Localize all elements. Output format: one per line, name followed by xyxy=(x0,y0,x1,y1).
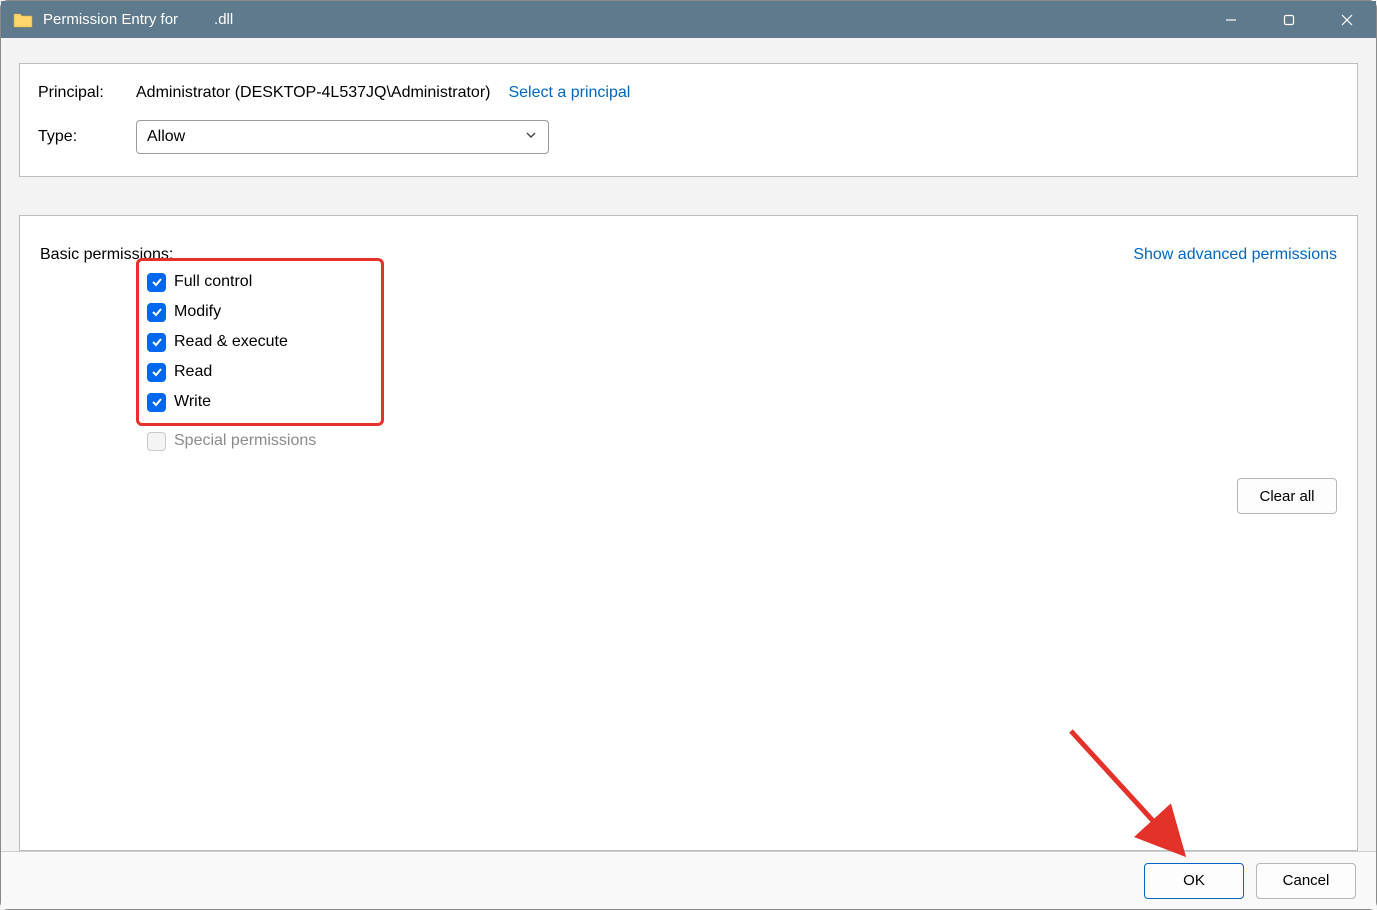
clear-all-button[interactable]: Clear all xyxy=(1237,478,1337,514)
principal-value: Administrator (DESKTOP-4L537JQ\Administr… xyxy=(136,84,490,102)
checkbox-icon xyxy=(147,333,166,352)
principal-label: Principal: xyxy=(38,84,136,102)
window-title-prefix: Permission Entry for xyxy=(43,11,178,28)
maximize-button[interactable] xyxy=(1260,1,1318,38)
perm-label: Full control xyxy=(174,273,252,291)
chevron-down-icon xyxy=(524,128,538,147)
dialog-footer: OK Cancel xyxy=(1,851,1376,909)
perm-modify[interactable]: Modify xyxy=(147,297,373,327)
perm-full-control[interactable]: Full control xyxy=(147,267,373,297)
principal-panel: Principal: Administrator (DESKTOP-4L537J… xyxy=(19,63,1358,177)
type-combobox-value: Allow xyxy=(147,128,185,146)
window-title-filename: .dll xyxy=(214,11,233,28)
perm-label: Modify xyxy=(174,303,221,321)
type-combobox[interactable]: Allow xyxy=(136,120,549,154)
perm-write[interactable]: Write xyxy=(147,387,373,417)
show-advanced-permissions-link[interactable]: Show advanced permissions xyxy=(1133,246,1337,264)
highlight-annotation-box: Full control Modify Read & execute Read xyxy=(136,258,384,426)
close-button[interactable] xyxy=(1318,1,1376,38)
folder-icon xyxy=(13,12,33,28)
checkbox-icon xyxy=(147,363,166,382)
titlebar: Permission Entry for .dll xyxy=(1,1,1376,38)
permissions-panel: Basic permissions: Show advanced permiss… xyxy=(19,215,1358,851)
checkbox-icon xyxy=(147,393,166,412)
window-controls xyxy=(1202,1,1376,38)
perm-read[interactable]: Read xyxy=(147,357,373,387)
cancel-button[interactable]: Cancel xyxy=(1256,863,1356,899)
perm-label: Write xyxy=(174,393,211,411)
perm-label: Special permissions xyxy=(174,432,316,450)
checkbox-icon xyxy=(147,303,166,322)
type-label: Type: xyxy=(38,128,136,146)
checkbox-icon xyxy=(147,432,166,451)
perm-special: Special permissions xyxy=(136,426,384,456)
perm-read-execute[interactable]: Read & execute xyxy=(147,327,373,357)
minimize-button[interactable] xyxy=(1202,1,1260,38)
perm-label: Read & execute xyxy=(174,333,288,351)
select-principal-link[interactable]: Select a principal xyxy=(508,84,630,102)
perm-label: Read xyxy=(174,363,212,381)
dialog-content: Principal: Administrator (DESKTOP-4L537J… xyxy=(1,38,1376,851)
ok-button[interactable]: OK xyxy=(1144,863,1244,899)
checkbox-icon xyxy=(147,273,166,292)
